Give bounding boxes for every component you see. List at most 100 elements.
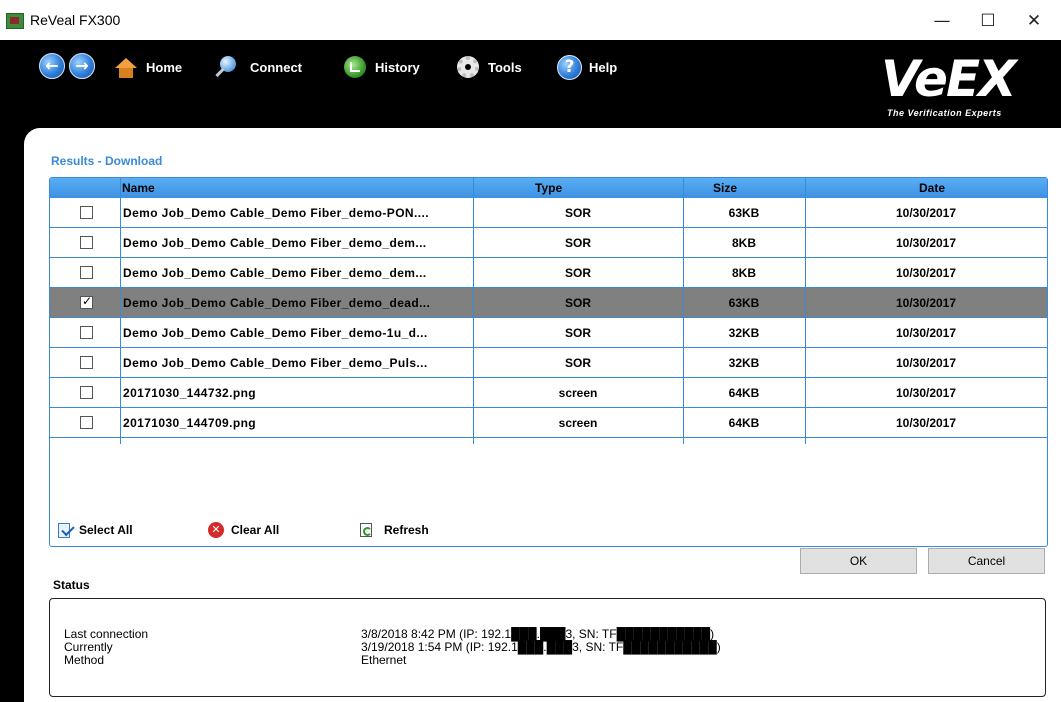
row-date: 10/30/2017 [895, 356, 957, 370]
row-name: 20171030_144709.png [123, 416, 257, 430]
title-bar: ReVeal FX300 — ☐ ✕ [0, 0, 1061, 40]
refresh-button[interactable]: Refresh [360, 520, 429, 540]
row-date: 10/30/2017 [895, 206, 957, 220]
row-name: Demo Job_Demo Cable_Demo Fiber_demo_Puls… [123, 356, 428, 370]
row-size: 63KB [728, 296, 760, 310]
table-row[interactable]: Demo Job_Demo Cable_Demo Fiber_demo-1u_d… [50, 318, 1047, 348]
row-name: Demo Job_Demo Cable_Demo Fiber_demo-1u_d… [123, 326, 428, 340]
main-toolbar: ← → Home Connect History Tools ? Help Ve… [0, 40, 1061, 128]
back-button[interactable]: ← [39, 53, 65, 79]
row-name: Demo Job_Demo Cable_Demo Fiber_demo_dem.… [123, 266, 427, 280]
home-icon [113, 54, 139, 80]
row-checkbox[interactable] [80, 386, 93, 399]
results-list: Name Type Size Date Demo Job_Demo Cable_… [49, 177, 1048, 547]
refresh-label: Refresh [384, 523, 429, 537]
row-size: 32KB [728, 326, 760, 340]
column-header-name[interactable]: Name [122, 181, 155, 195]
table-row[interactable]: Demo Job_Demo Cable_Demo Fiber_demo_dead… [50, 288, 1047, 318]
status-heading: Status [53, 578, 90, 592]
row-checkbox[interactable] [80, 356, 93, 369]
connect-button[interactable]: Connect [217, 52, 302, 82]
row-type: SOR [564, 326, 591, 340]
select-all-label: Select All [79, 523, 133, 537]
clear-all-button[interactable]: ✕ Clear All [208, 520, 279, 540]
row-name: Demo Job_Demo Cable_Demo Fiber_demo_dem.… [123, 236, 427, 250]
minimize-button[interactable]: — [919, 6, 965, 36]
connect-icon [217, 54, 243, 80]
clear-all-label: Clear All [231, 523, 280, 537]
row-type: SOR [564, 296, 591, 310]
row-date: 10/30/2017 [895, 386, 957, 400]
table-header: Name Type Size Date [50, 178, 1047, 198]
home-label: Home [146, 59, 183, 75]
row-date: 10/30/2017 [895, 326, 957, 340]
row-size: 64KB [728, 416, 760, 430]
row-date: 10/30/2017 [895, 266, 957, 280]
row-checkbox[interactable] [80, 294, 93, 309]
row-name: 20171030_144732.png [123, 386, 257, 400]
row-type: screen [558, 416, 598, 430]
row-checkbox[interactable] [80, 416, 93, 429]
veex-logo: VeEX The Verification Experts [869, 50, 1039, 122]
refresh-icon [360, 523, 372, 537]
row-date: 10/30/2017 [895, 236, 957, 250]
row-type: SOR [564, 266, 591, 280]
clear-icon: ✕ [208, 522, 224, 538]
row-checkbox[interactable] [80, 326, 93, 339]
row-checkbox[interactable] [80, 206, 93, 219]
logo-wordmark: VeEX [881, 50, 1017, 108]
row-date: 10/30/2017 [895, 416, 957, 430]
help-label: Help [589, 59, 618, 75]
cancel-button[interactable]: Cancel [928, 548, 1045, 574]
row-type: SOR [564, 356, 591, 370]
forward-button[interactable]: → [69, 53, 95, 79]
gear-icon [455, 54, 481, 80]
row-type: SOR [564, 206, 591, 220]
row-date: 10/30/2017 [895, 296, 957, 310]
home-button[interactable]: Home [113, 52, 182, 82]
row-checkbox[interactable] [80, 236, 93, 249]
row-name: Demo Job_Demo Cable_Demo Fiber_demo-PON.… [123, 206, 429, 220]
history-icon [342, 54, 368, 80]
table-row[interactable]: Demo Job_Demo Cable_Demo Fiber_demo-PON.… [50, 198, 1047, 228]
method-label: Method [64, 653, 105, 667]
currently-value: 3/19/2018 1:54 PM (IP: 192.1███.███3, SN… [361, 640, 721, 654]
help-button[interactable]: ? Help [556, 52, 617, 82]
tools-label: Tools [488, 59, 522, 75]
history-button[interactable]: History [342, 52, 420, 82]
status-panel: Last connection 3/8/2018 8:42 PM (IP: 19… [49, 598, 1046, 697]
row-size: 8KB [731, 236, 756, 250]
table-row[interactable]: 20171030_144709.png screen 64KB 10/30/2017 [50, 408, 1047, 438]
row-divider [50, 437, 1047, 438]
select-all-icon [56, 522, 75, 539]
row-size: 8KB [731, 266, 756, 280]
row-size: 64KB [728, 386, 760, 400]
table-row[interactable]: Demo Job_Demo Cable_Demo Fiber_demo_dem.… [50, 258, 1047, 288]
column-header-size[interactable]: Size [713, 181, 737, 195]
row-name: Demo Job_Demo Cable_Demo Fiber_demo_dead… [123, 296, 431, 310]
select-all-button[interactable]: Select All [56, 520, 133, 540]
row-type: SOR [564, 236, 591, 250]
column-divider [473, 178, 474, 444]
maximize-button[interactable]: ☐ [965, 6, 1011, 36]
window-title: ReVeal FX300 [30, 12, 121, 28]
table-row[interactable]: Demo Job_Demo Cable_Demo Fiber_demo_dem.… [50, 228, 1047, 258]
history-label: History [375, 59, 420, 75]
close-button[interactable]: ✕ [1011, 6, 1057, 36]
app-icon [6, 13, 24, 29]
column-header-date[interactable]: Date [919, 181, 945, 195]
table-row[interactable]: Demo Job_Demo Cable_Demo Fiber_demo_Puls… [50, 348, 1047, 378]
logo-tagline: The Verification Experts [887, 108, 1002, 118]
row-size: 32KB [728, 356, 760, 370]
column-header-type[interactable]: Type [535, 181, 562, 195]
table-row[interactable]: 20171030_144732.png screen 64KB 10/30/2017 [50, 378, 1047, 408]
column-divider [805, 178, 806, 444]
tools-button[interactable]: Tools [455, 52, 522, 82]
page-title: Results - Download [51, 154, 163, 168]
method-value: Ethernet [361, 653, 407, 667]
row-type: screen [558, 386, 598, 400]
column-divider [683, 178, 684, 444]
row-checkbox[interactable] [80, 266, 93, 279]
ok-button[interactable]: OK [800, 548, 917, 574]
connect-label: Connect [250, 59, 302, 75]
